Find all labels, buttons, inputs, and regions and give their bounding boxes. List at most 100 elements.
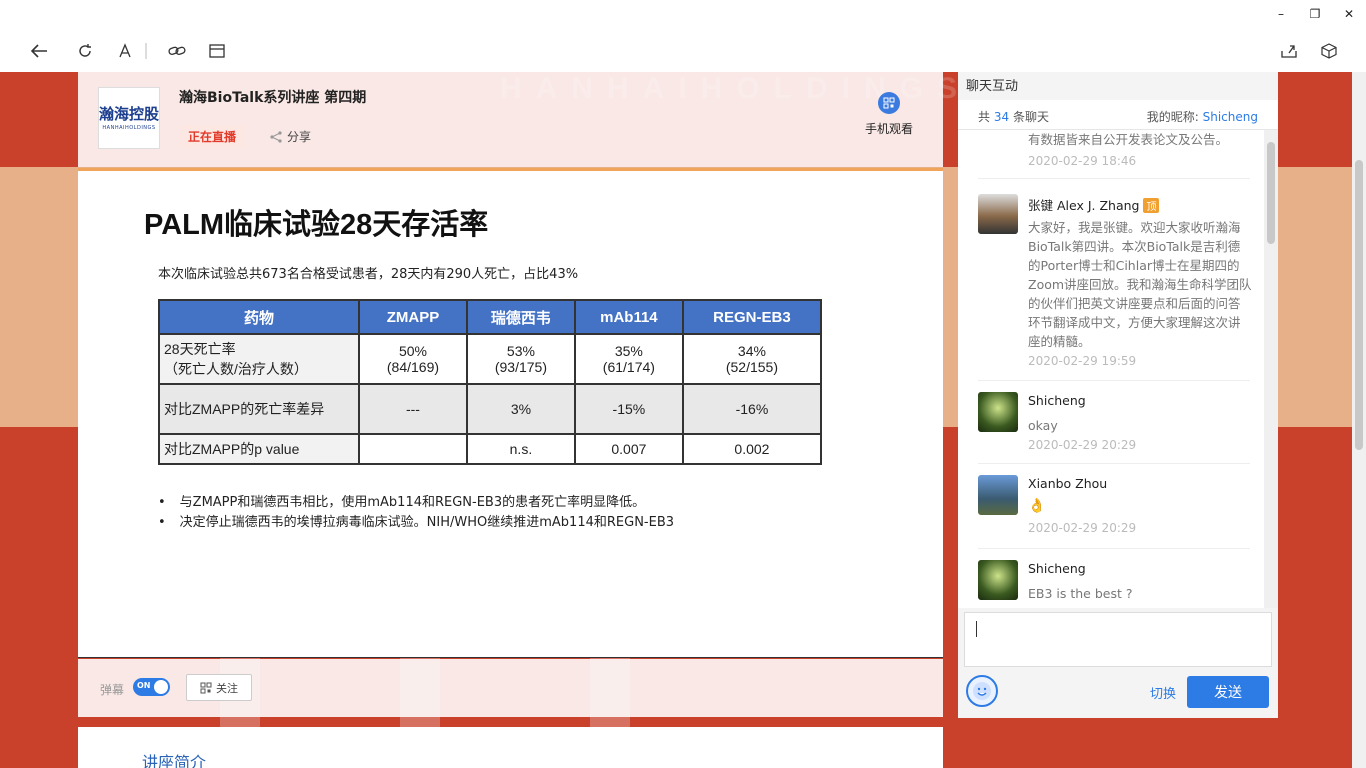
ok-hand-icon: 👌 (1028, 498, 1046, 514)
lecture-header: 瀚海控股 HANHAIHOLDINGS 瀚海BioTalk系列讲座 第四期 正在… (78, 72, 943, 167)
table-row: 对比ZMAPP的死亡率差异 --- 3% -15% -16% (158, 383, 823, 435)
chat-panel: 聊天互动 共 34 条聊天 我的昵称: Shicheng 有数据皆来自公开发表论… (958, 72, 1278, 718)
message-time: 2020-02-29 18:46 (1028, 154, 1137, 168)
table-cell: 50% (84/169) (358, 333, 468, 385)
table-cell: -16% (681, 383, 823, 435)
table-cell: 53% (93/175) (465, 333, 576, 385)
table-row: 对比ZMAPP的p value n.s. 0.007 0.002 (158, 433, 823, 465)
message-divider (978, 548, 1250, 549)
cube-icon[interactable] (1318, 40, 1340, 62)
window-controls: – ❐ ✕ (1264, 0, 1366, 28)
table-header-cell: 瑞德西韦 (465, 299, 576, 335)
table-cell: 3% (465, 383, 576, 435)
table-cell (358, 433, 468, 465)
table-header-cell: REGN-EB3 (681, 299, 823, 335)
emoji-icon[interactable] (966, 675, 998, 707)
intro-section: 讲座简介 (78, 727, 943, 768)
nickname-value[interactable]: Shicheng (1203, 110, 1258, 124)
message-divider (978, 178, 1250, 179)
message-time: 2020-02-29 19:59 (1028, 354, 1137, 368)
message-text: 有数据皆来自公开发表论文及公告。 (1028, 132, 1229, 147)
follow-label: 关注 (216, 681, 238, 695)
my-nickname: 我的昵称: Shicheng (1147, 108, 1258, 125)
table-cell: 35% (61/174) (573, 333, 684, 385)
chat-input[interactable] (964, 612, 1272, 667)
share-button[interactable]: 分享 (269, 128, 311, 145)
table-row: 28天死亡率 （死亡人数/治疗人数） 50% (84/169) 53% (93/… (158, 333, 823, 385)
chat-count: 共 34 条聊天 (978, 108, 1049, 125)
chat-message-list[interactable]: 有数据皆来自公开发表论文及公告。 2020-02-29 18:46 张键 Ale… (958, 130, 1264, 608)
message-divider (978, 463, 1250, 464)
company-logo: 瀚海控股 HANHAIHOLDINGS (98, 87, 160, 149)
table-header-cell: 药物 (158, 299, 360, 335)
font-size-icon[interactable] (114, 40, 136, 62)
presentation-slide: PALM临床试验28天存活率 本次临床试验总共673名合格受试患者，28天内有2… (78, 168, 943, 658)
avatar (978, 392, 1018, 432)
back-arrow-icon[interactable] (28, 40, 50, 62)
browser-toolbar (0, 30, 1366, 72)
avatar (978, 560, 1018, 600)
table-cell: --- (358, 383, 468, 435)
text-caret (976, 621, 977, 637)
refresh-icon[interactable] (74, 40, 96, 62)
table-cell: n.s. (465, 433, 576, 465)
switch-button[interactable]: 切换 (1150, 683, 1176, 702)
author-name: Shicheng (1028, 393, 1086, 408)
scrollbar-thumb[interactable] (1355, 160, 1363, 450)
chat-title: 聊天互动 (966, 79, 1019, 94)
follow-button[interactable]: 关注 (186, 674, 252, 701)
qr-code-icon (878, 92, 900, 114)
chat-count-prefix: 共 (978, 110, 991, 124)
avatar (978, 194, 1018, 234)
restore-button[interactable]: ❐ (1298, 0, 1332, 28)
message-time: 2020-02-29 20:29 (1028, 438, 1137, 452)
author-name: Xianbo Zhou (1028, 476, 1108, 491)
table-header-cell: ZMAPP (358, 299, 468, 335)
slide-bullets: 与ZMAPP和瑞德西韦相比，使用mAb114和REGN-EB3的患者死亡率明显降… (158, 493, 674, 533)
logo-subtext: HANHAIHOLDINGS (102, 125, 156, 131)
author-name: Shicheng (1028, 561, 1086, 576)
chat-count-suffix: 条聊天 (1012, 110, 1049, 124)
mobile-watch-label: 手机观看 (864, 122, 913, 136)
share-out-icon[interactable] (1278, 40, 1300, 62)
toggle-knob (154, 680, 168, 694)
toggle-on-label: ON (137, 681, 151, 690)
share-label: 分享 (287, 130, 312, 144)
scrollbar-thumb[interactable] (1267, 142, 1275, 244)
window-icon[interactable] (206, 40, 228, 62)
pinned-tag: 顶 (1143, 198, 1160, 213)
table-row-label: 对比ZMAPP的死亡率差异 (158, 383, 360, 435)
message-text: okay (1028, 418, 1058, 433)
intro-title[interactable]: 讲座简介 (142, 749, 206, 768)
lecture-title: 瀚海BioTalk系列讲座 第四期 (179, 90, 367, 106)
share-icon (270, 130, 282, 143)
table-header-cell: mAb114 (573, 299, 684, 335)
close-button[interactable]: ✕ (1332, 0, 1366, 28)
nickname-label: 我的昵称: (1146, 110, 1199, 124)
send-button[interactable]: 发送 (1187, 676, 1269, 708)
table-row-label: 28天死亡率 （死亡人数/治疗人数） (158, 333, 360, 385)
slide-title: PALM临床试验28天存活率 (144, 209, 489, 241)
message-divider (978, 380, 1250, 381)
danmu-toggle[interactable]: ON (133, 678, 170, 696)
table-cell: 0.007 (573, 433, 684, 465)
minimize-button[interactable]: – (1264, 0, 1298, 28)
link-icon[interactable] (166, 40, 188, 62)
bullet-item: 决定停止瑞德西韦的埃博拉病毒临床试验。NIH/WHO继续推进mAb114和REG… (158, 513, 674, 533)
avatar (978, 475, 1018, 515)
logo-text: 瀚海控股 (99, 105, 160, 123)
message-time: 2020-02-29 20:29 (1028, 521, 1137, 535)
chat-scrollbar[interactable] (1264, 130, 1278, 608)
page-scrollbar[interactable] (1352, 72, 1366, 768)
slide-subtitle: 本次临床试验总共673名合格受试患者，28天内有290人死亡，占比43% (158, 267, 579, 282)
chat-info-bar: 共 34 条聊天 我的昵称: Shicheng (958, 100, 1278, 130)
toolbar-divider (142, 40, 150, 62)
message-author: 张键 Alex J. Zhang 顶 (1028, 195, 1160, 214)
table-cell: 0.002 (681, 433, 823, 465)
table-header-row: 药物 ZMAPP 瑞德西韦 mAb114 REGN-EB3 (158, 299, 823, 335)
mobile-watch-button[interactable]: 手机观看 (859, 92, 919, 137)
table-cell: -15% (573, 383, 684, 435)
chat-count-value: 34 (993, 110, 1010, 124)
message-text: EB3 is the best ? (1028, 586, 1133, 601)
live-badge: 正在直播 (179, 125, 246, 148)
